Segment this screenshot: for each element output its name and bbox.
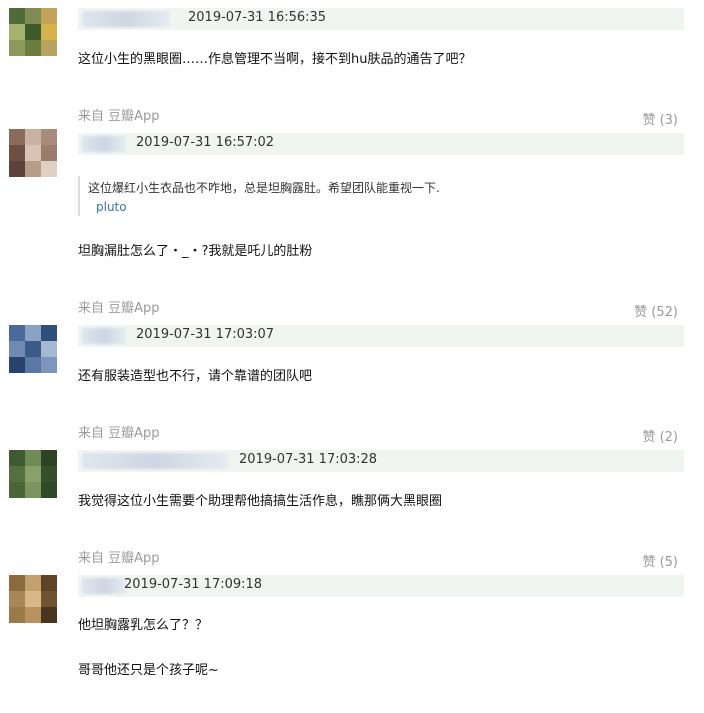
username-blurred[interactable] <box>82 136 126 152</box>
comment-time: 2019-07-31 17:03:28 <box>239 452 378 467</box>
comment-text: 哥哥他还只是个孩子呢~ <box>78 663 219 678</box>
username-blurred[interactable] <box>82 11 170 27</box>
comment-time: 2019-07-31 17:09:18 <box>124 577 263 592</box>
username-blurred[interactable] <box>82 328 126 344</box>
username-blurred[interactable] <box>82 453 228 469</box>
comment-source: 来自 豆瓣App <box>78 551 160 566</box>
comment-text: 他坦胸露乳怎么了？？ <box>78 618 209 633</box>
avatar[interactable] <box>9 325 57 373</box>
comment-header: 2019-07-31 17:09:18 <box>78 575 684 597</box>
comment-time: 2019-07-31 16:56:35 <box>188 10 327 25</box>
comment-header: 2019-07-31 17:03:28 <box>78 450 684 472</box>
comment-time: 2019-07-31 16:57:02 <box>136 135 275 150</box>
comment-source: 来自 豆瓣App <box>78 426 160 441</box>
comment-source: 来自 豆瓣App <box>78 109 160 124</box>
quote-block: 这位爆红小生衣品也不咋地，总是坦胸露肚。希望团队能重视一下. pluto <box>0 176 704 220</box>
avatar[interactable] <box>9 8 57 56</box>
comment-text: 这位小生的黑眼圈……作息管理不当啊，接不到hu肤品的通告了吧？ <box>78 52 472 67</box>
username-blurred[interactable] <box>82 578 126 594</box>
comment-text: 还有服装造型也不行，请个靠谱的团队吧 <box>78 369 313 384</box>
comment-header: 2019-07-31 17:03:07 <box>78 325 684 347</box>
comment-text: 我觉得这位小生需要个助理帮他搞搞生活作息，瞧那俩大黑眼圈 <box>78 494 443 509</box>
like-count[interactable]: 赞 (5) <box>642 551 678 570</box>
comment-source: 来自 豆瓣App <box>78 301 160 316</box>
comment-header: ˇ 2019-07-31 16:56:35 <box>78 8 684 30</box>
like-count[interactable]: 赞 (3) <box>642 109 678 128</box>
comment-header: 2019-07-31 16:57:02 <box>78 133 684 155</box>
avatar[interactable] <box>9 450 57 498</box>
comment-text: 坦胸漏肚怎么了・_・?我就是吒儿的肚粉 <box>78 244 313 259</box>
quote-content: 这位爆红小生衣品也不咋地，总是坦胸露肚。希望团队能重视一下. pluto <box>78 176 480 216</box>
avatar[interactable] <box>9 575 57 623</box>
avatar[interactable] <box>9 129 57 177</box>
like-count[interactable]: 赞 (52) <box>634 301 678 320</box>
quote-text: 这位爆红小生衣品也不咋地，总是坦胸露肚。希望团队能重视一下. <box>88 181 440 195</box>
quote-author-link[interactable]: pluto <box>96 200 127 214</box>
like-count[interactable]: 赞 (2) <box>642 426 678 445</box>
comment-time: 2019-07-31 17:03:07 <box>136 327 275 342</box>
